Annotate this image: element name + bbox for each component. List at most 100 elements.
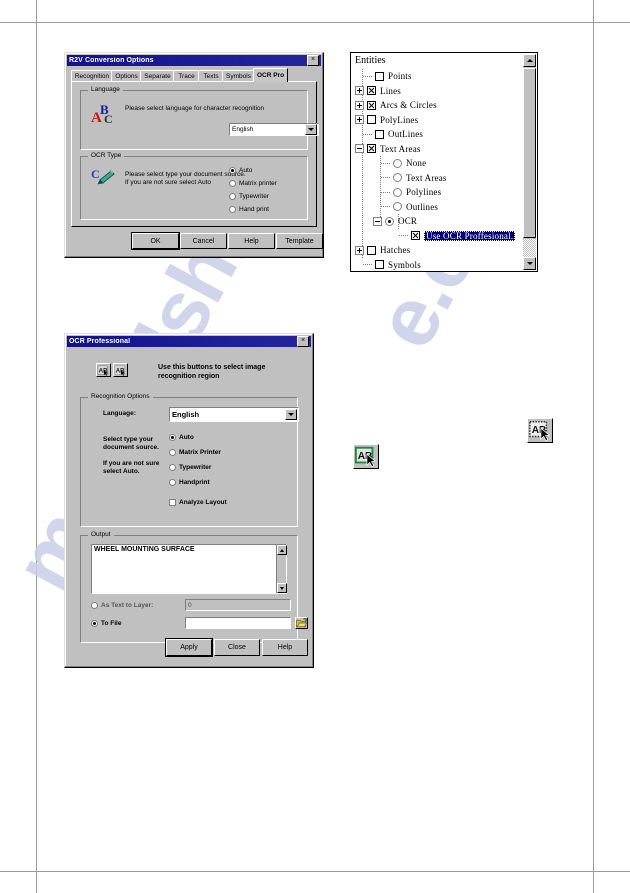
output-textarea-scrollbar[interactable] <box>276 545 287 593</box>
ocr-radio-typewriter-indicator <box>169 464 176 471</box>
tree-node-outlines-label: OutLines <box>388 129 424 140</box>
tab-ocr-pro[interactable]: OCR Pro <box>253 68 288 82</box>
ocr-region-icon-gray[interactable]: AB <box>527 418 553 443</box>
language-combo-value: English <box>232 126 254 133</box>
as-text-to-layer-field[interactable]: 0 <box>185 599 291 611</box>
ocr-radio-auto[interactable]: Auto <box>169 434 194 441</box>
radio-hand-print[interactable]: Hand print <box>229 206 269 213</box>
tree-node-arcs-circles[interactable]: Arcs & Circles <box>355 98 521 113</box>
page-margin-line-left <box>36 0 37 893</box>
checkbox-use-ocr-professional[interactable] <box>411 231 420 241</box>
close-icon[interactable]: × <box>307 55 319 66</box>
toolbar-hint-line1: Use this buttons to select image <box>158 364 266 371</box>
radio-outlines[interactable] <box>393 202 402 212</box>
radio-polylines[interactable] <box>393 187 402 197</box>
ocr-region-icon-green[interactable]: AB <box>353 444 379 469</box>
ocr-help-button[interactable]: Help <box>262 639 308 656</box>
ocr-language-combo-value: English <box>172 410 200 419</box>
tree-node-outlines[interactable]: OutLines <box>355 127 521 142</box>
to-file-field[interactable] <box>185 617 291 629</box>
apply-button[interactable]: Apply <box>166 639 212 656</box>
language-label: Language: <box>103 410 136 417</box>
analyze-layout-checkbox-row[interactable]: Analyze Layout <box>169 499 227 506</box>
ocr-language-combo[interactable]: English <box>169 407 299 422</box>
expander-lines-icon[interactable] <box>355 86 364 96</box>
expander-hatches-icon[interactable] <box>355 245 364 255</box>
checkbox-hatches[interactable] <box>367 245 376 255</box>
r2v-body: Recognition Options Separate Trace Texts… <box>68 68 323 254</box>
radio-matrix-printer-label: Matrix printer <box>239 180 277 187</box>
tree-line-dots <box>363 264 372 266</box>
template-button[interactable]: Template <box>276 233 323 249</box>
ocr-radio-typewriter-label: Typewriter <box>179 464 212 471</box>
page-margin-line-bottom <box>0 871 630 872</box>
radio-ocr[interactable] <box>385 216 394 226</box>
checkbox-text-areas[interactable] <box>367 144 376 154</box>
checkbox-analyze-layout[interactable] <box>169 499 176 506</box>
ocr-radio-matrix-printer[interactable]: Matrix Printer <box>169 449 221 456</box>
checkbox-polylines[interactable] <box>367 115 376 125</box>
ok-button[interactable]: OK <box>132 233 179 249</box>
expander-text-areas-icon[interactable] <box>355 144 364 154</box>
tree-node-none[interactable]: None <box>355 156 521 171</box>
scroll-up-arrow-icon[interactable] <box>277 545 287 555</box>
output-textarea[interactable]: WHEEL MOUNTING SURFACE <box>91 544 287 594</box>
tree-node-polylines-option[interactable]: Polylines <box>355 185 521 200</box>
language-combo[interactable]: English <box>229 123 319 136</box>
abc-letters-icon: A B C <box>91 102 113 125</box>
radio-matrix-printer[interactable]: Matrix printer <box>229 180 277 187</box>
checkbox-outlines[interactable] <box>375 129 384 139</box>
tree-node-outlines-option[interactable]: Outlines <box>355 200 521 215</box>
pen-writing-icon: C <box>91 167 115 185</box>
ocr-radio-matrix-printer-indicator <box>169 449 176 456</box>
radio-typewriter[interactable]: Typewriter <box>229 193 269 200</box>
expander-ocr-icon[interactable] <box>373 216 382 226</box>
tree-node-text-areas-option[interactable]: Text Areas <box>355 171 521 186</box>
close-icon[interactable]: × <box>297 336 309 347</box>
folder-open-glyph <box>296 618 307 628</box>
scroll-up-arrow-icon[interactable] <box>523 54 536 67</box>
checkbox-points[interactable] <box>375 71 384 81</box>
help-button[interactable]: Help <box>228 233 275 249</box>
folder-open-icon[interactable] <box>295 617 308 629</box>
tree-node-text-areas[interactable]: Text Areas <box>355 142 521 157</box>
checkbox-symbols[interactable] <box>375 260 384 270</box>
r2v-title: R2V Conversion Options <box>69 57 154 64</box>
chevron-down-icon[interactable] <box>305 124 317 135</box>
to-file-row[interactable]: To File <box>91 620 121 627</box>
as-text-to-layer-row[interactable]: As Text to Layer: <box>91 602 153 609</box>
chevron-down-icon[interactable] <box>285 409 297 420</box>
scrollbar-thumb[interactable] <box>523 68 536 238</box>
select-region-icon[interactable]: AB <box>96 363 111 377</box>
tree-scrollbar[interactable] <box>523 54 536 270</box>
page-canvas: manualshiv e.com R2V Conversion Options … <box>0 0 630 893</box>
radio-none[interactable] <box>393 158 402 168</box>
to-file-label: To File <box>101 620 122 627</box>
tree-node-symbols[interactable]: Symbols <box>355 258 521 273</box>
scroll-down-arrow-icon[interactable] <box>277 583 287 593</box>
checkbox-arcs-circles[interactable] <box>367 100 376 110</box>
checkbox-lines[interactable] <box>367 86 376 96</box>
tree-node-polylines[interactable]: PolyLines <box>355 113 521 128</box>
ocr-professional-dialog: OCR Professional × AB AB Use this button <box>64 333 314 668</box>
cancel-button[interactable]: Cancel <box>180 233 227 249</box>
select-region-alt-icon[interactable]: AB <box>113 363 128 377</box>
page-margin-line-top <box>0 22 630 23</box>
radio-auto[interactable]: Auto <box>229 167 252 174</box>
expander-arcs-circles-icon[interactable] <box>355 100 364 110</box>
close-button[interactable]: Close <box>214 639 260 656</box>
ocr-type-group: OCR Type C Please select type your docum… <box>80 152 308 220</box>
tree-node-hatches[interactable]: Hatches <box>355 243 521 258</box>
tree-node-use-ocr-professional[interactable]: Use OCR Proffesional. <box>355 229 521 244</box>
radio-text-areas[interactable] <box>393 173 402 183</box>
ocr-radio-typewriter[interactable]: Typewriter <box>169 464 211 471</box>
expander-polylines-icon[interactable] <box>355 115 364 125</box>
tree-node-ocr[interactable]: OCR <box>355 214 521 229</box>
tree-node-lines[interactable]: Lines <box>355 84 521 99</box>
r2v-conversion-options-dialog: R2V Conversion Options × Recognition Opt… <box>64 52 324 258</box>
tree-node-polylines-option-label: Polylines <box>406 187 442 198</box>
ocr-radio-handprint[interactable]: Handprint <box>169 479 210 486</box>
scroll-down-arrow-icon[interactable] <box>523 257 536 270</box>
tree-node-points[interactable]: Points <box>355 69 521 84</box>
radio-hand-print-indicator <box>229 206 236 213</box>
